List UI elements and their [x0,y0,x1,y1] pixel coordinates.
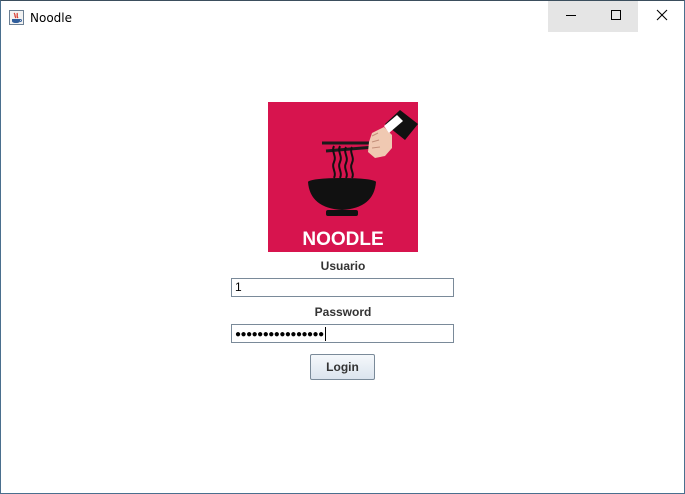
username-field[interactable]: 1 [231,278,454,297]
title-bar[interactable]: Noodle [1,1,684,32]
minimize-icon [565,8,577,26]
login-button[interactable]: Login [310,354,375,380]
text-caret [324,326,326,341]
logo-text: NOODLE [302,229,383,250]
minimize-button[interactable] [548,1,593,32]
maximize-icon [610,8,622,26]
password-label: Password [314,305,372,319]
username-value: 1 [235,280,242,294]
close-icon [656,8,668,26]
java-app-icon [9,10,24,25]
maximize-button[interactable] [593,1,638,32]
password-value: ●●●●●●●●●●●●●●●● [235,329,324,340]
app-window: Noodle NOODLE Usuario 1 Password ●●●●●●●… [0,0,685,494]
window-title: Noodle [30,11,72,25]
username-label: Usuario [320,259,366,273]
close-button[interactable] [639,1,684,32]
noodle-logo: NOODLE [268,102,418,252]
login-button-label: Login [326,360,359,374]
password-field[interactable]: ●●●●●●●●●●●●●●●● [231,324,454,343]
